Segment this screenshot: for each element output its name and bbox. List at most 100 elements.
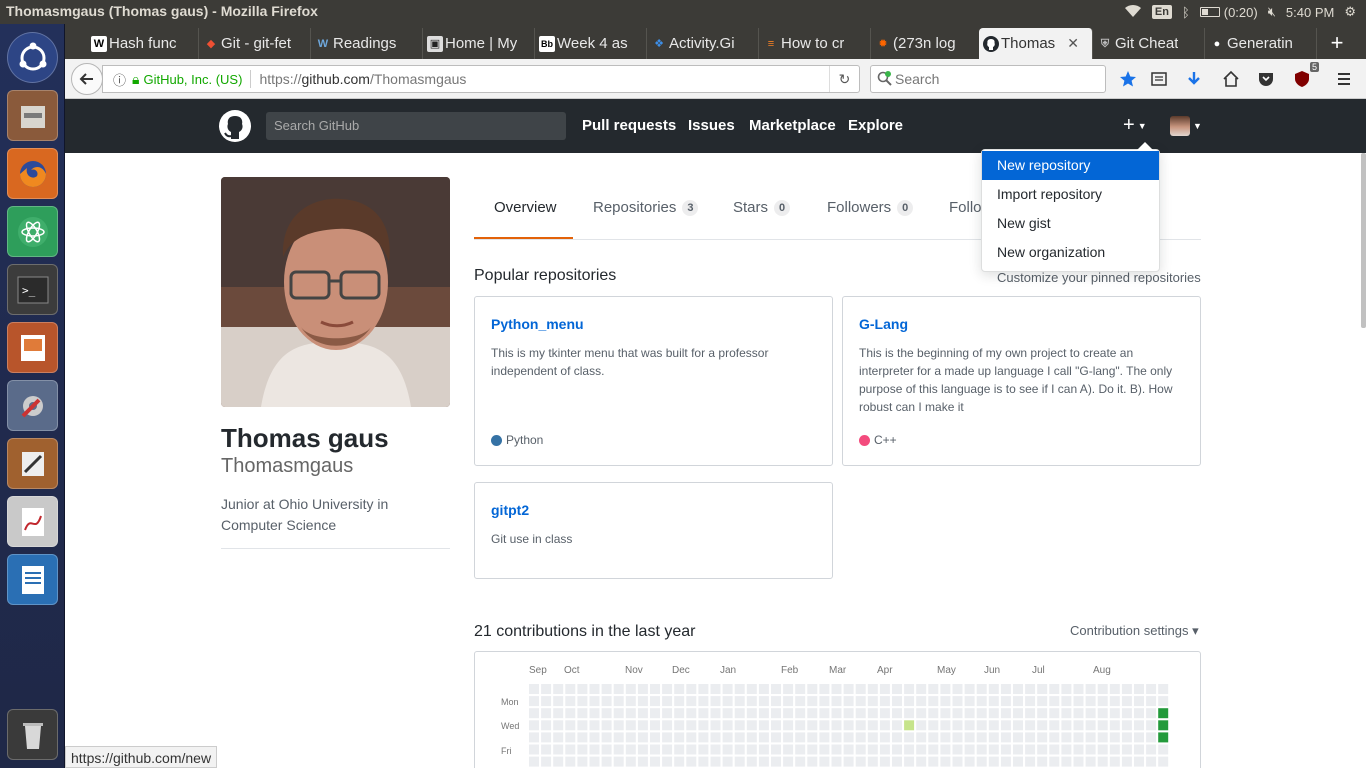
contribution-day-cell[interactable] (988, 708, 999, 719)
contribution-day-cell[interactable] (843, 756, 854, 767)
contribution-day-cell[interactable] (867, 756, 878, 767)
contribution-day-cell[interactable] (795, 708, 806, 719)
contribution-day-cell[interactable] (1121, 684, 1132, 694)
contribution-day-cell[interactable] (650, 696, 660, 707)
contribution-day-cell[interactable] (698, 756, 709, 767)
menu-item-new-gist[interactable]: New gist (982, 209, 1159, 238)
contribution-day-cell[interactable] (795, 684, 806, 694)
contribution-day-cell[interactable] (940, 684, 951, 694)
contribution-day-cell[interactable] (1097, 684, 1108, 694)
contribution-day-cell[interactable] (807, 744, 818, 755)
contribution-day-cell[interactable] (541, 744, 552, 755)
contribution-day-cell[interactable] (916, 732, 927, 743)
create-new-button[interactable]: + ▼ (1123, 115, 1147, 136)
repo-name-link[interactable]: G-Lang (859, 316, 908, 332)
contribution-day-cell[interactable] (831, 720, 842, 731)
contribution-day-cell[interactable] (758, 732, 769, 743)
contribution-day-cell[interactable] (674, 744, 685, 755)
contribution-day-cell[interactable] (1049, 708, 1060, 719)
contribution-day-cell[interactable] (916, 720, 927, 731)
contribution-day-cell[interactable] (662, 744, 673, 755)
contribution-day-cell[interactable] (964, 732, 975, 743)
contribution-day-cell[interactable] (988, 720, 999, 731)
contribution-day-cell[interactable] (1121, 756, 1132, 767)
contribution-day-cell[interactable] (1121, 732, 1132, 743)
contribution-day-cell[interactable] (867, 708, 878, 719)
contribution-day-cell[interactable] (1061, 732, 1072, 743)
bookmark-star-icon[interactable] (1117, 68, 1139, 90)
bookmarks-list-icon[interactable] (1148, 68, 1170, 90)
contribution-day-cell[interactable] (565, 696, 576, 707)
contribution-day-cell[interactable] (565, 720, 576, 731)
contribution-day-cell[interactable] (807, 696, 818, 707)
contribution-day-cell[interactable] (928, 720, 939, 731)
contribution-day-cell[interactable] (1134, 732, 1144, 743)
contribution-day-cell[interactable] (601, 708, 612, 719)
contribution-day-cell[interactable] (698, 720, 709, 731)
contribution-day-cell[interactable] (1097, 696, 1108, 707)
contribution-day-cell[interactable] (650, 744, 660, 755)
contribution-day-cell[interactable] (831, 732, 842, 743)
contribution-day-cell[interactable] (795, 720, 806, 731)
contribution-day-cell[interactable] (940, 744, 951, 755)
contribution-day-cell[interactable] (976, 720, 987, 731)
contribution-day-cell[interactable] (892, 756, 902, 767)
reload-icon[interactable]: ↻ (829, 66, 859, 92)
contribution-day-cell[interactable] (795, 696, 806, 707)
contribution-day-cell[interactable] (843, 732, 854, 743)
files-icon[interactable] (7, 90, 58, 141)
contribution-day-cell[interactable] (734, 684, 745, 694)
contribution-day-cell[interactable] (662, 720, 673, 731)
contribution-day-cell[interactable] (879, 744, 890, 755)
contribution-day-cell[interactable] (601, 744, 612, 755)
contribution-day-cell[interactable] (1097, 720, 1108, 731)
contribution-day-cell[interactable] (964, 684, 975, 694)
contribution-day-cell[interactable] (722, 696, 733, 707)
contribution-day-cell[interactable] (1073, 744, 1084, 755)
contribution-day-cell[interactable] (1000, 696, 1011, 707)
new-tab-button[interactable]: + (1320, 28, 1354, 59)
contribution-day-cell[interactable] (964, 708, 975, 719)
contribution-day-cell[interactable] (577, 684, 588, 694)
contribution-day-cell[interactable] (589, 720, 600, 731)
contribution-day-cell[interactable] (940, 720, 951, 731)
github-search-input[interactable]: Search GitHub (266, 112, 566, 140)
contribution-day-cell[interactable] (1146, 696, 1157, 707)
contribution-day-cell[interactable] (771, 720, 781, 731)
contribution-day-cell[interactable] (637, 720, 648, 731)
contribution-day-cell[interactable] (1109, 684, 1120, 694)
contribution-day-cell[interactable] (1013, 744, 1023, 755)
nav-marketplace[interactable]: Marketplace (749, 117, 836, 134)
contribution-day-cell[interactable] (625, 732, 636, 743)
contribution-day-cell[interactable] (734, 720, 745, 731)
contribution-day-cell[interactable] (529, 708, 539, 719)
contribution-day-cell[interactable] (1158, 696, 1169, 707)
browser-tab[interactable]: W Hash func (87, 28, 199, 59)
contribution-day-cell[interactable] (783, 684, 794, 694)
contribution-day-cell[interactable] (734, 696, 745, 707)
contribution-day-cell[interactable] (1085, 756, 1096, 767)
contribution-day-cell[interactable] (904, 696, 915, 707)
contribution-day-cell[interactable] (916, 756, 927, 767)
contribution-day-cell[interactable] (650, 720, 660, 731)
contribution-day-cell[interactable] (867, 744, 878, 755)
contribution-day-cell[interactable] (1061, 756, 1072, 767)
contribution-day-cell[interactable] (976, 696, 987, 707)
contribution-day-cell[interactable] (1013, 684, 1023, 694)
contribution-day-cell[interactable] (1146, 684, 1157, 694)
contribution-day-cell[interactable] (1073, 708, 1084, 719)
contribution-day-cell[interactable] (637, 684, 648, 694)
contribution-day-cell[interactable] (928, 708, 939, 719)
contribution-day-cell[interactable] (625, 744, 636, 755)
contribution-day-cell[interactable] (1000, 756, 1011, 767)
repo-name-link[interactable]: Python_menu (491, 316, 584, 332)
contribution-day-cell[interactable] (1121, 708, 1132, 719)
contribution-day-cell[interactable] (710, 732, 721, 743)
contribution-day-cell[interactable] (613, 732, 624, 743)
contribution-day-cell[interactable] (1158, 720, 1169, 731)
contribution-day-cell[interactable] (928, 684, 939, 694)
contribution-day-cell[interactable] (807, 708, 818, 719)
contribution-day-cell[interactable] (686, 708, 697, 719)
contribution-day-cell[interactable] (577, 708, 588, 719)
contribution-day-cell[interactable] (928, 696, 939, 707)
